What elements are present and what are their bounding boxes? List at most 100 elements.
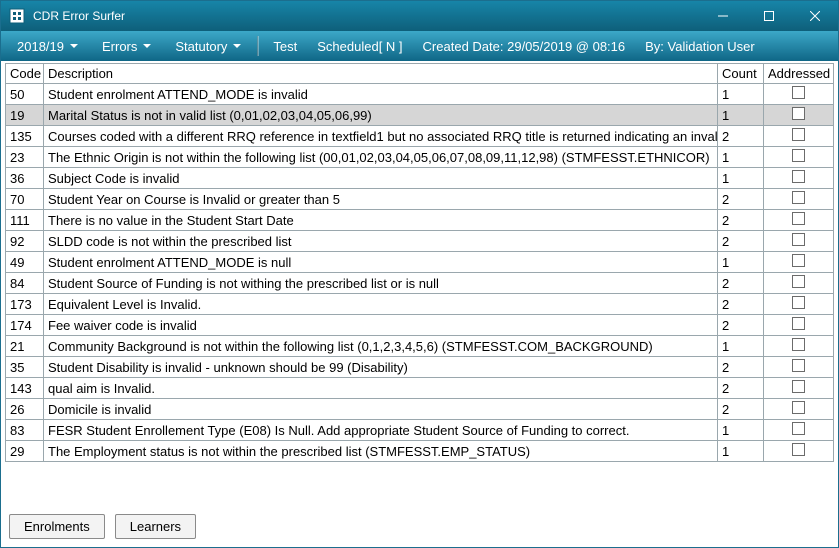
enrolments-button[interactable]: Enrolments	[9, 514, 105, 539]
cell-code: 35	[6, 357, 44, 378]
close-button[interactable]	[792, 1, 838, 31]
cell-count: 1	[718, 168, 764, 189]
cell-description: FESR Student Enrollement Type (E08) Is N…	[44, 420, 718, 441]
cell-count: 2	[718, 273, 764, 294]
addressed-checkbox[interactable]	[792, 212, 805, 225]
table-row[interactable]: 50Student enrolment ATTEND_MODE is inval…	[6, 84, 834, 105]
cell-addressed[interactable]	[764, 126, 834, 147]
table-row[interactable]: 29The Employment status is not within th…	[6, 441, 834, 462]
addressed-checkbox[interactable]	[792, 86, 805, 99]
errors-dropdown[interactable]: Errors	[92, 35, 161, 58]
addressed-checkbox[interactable]	[792, 422, 805, 435]
col-description[interactable]: Description	[44, 64, 718, 84]
cell-addressed[interactable]	[764, 336, 834, 357]
statutory-dropdown[interactable]: Statutory	[165, 35, 251, 58]
addressed-checkbox[interactable]	[792, 401, 805, 414]
addressed-checkbox[interactable]	[792, 233, 805, 246]
cell-code: 84	[6, 273, 44, 294]
addressed-checkbox[interactable]	[792, 149, 805, 162]
table-row[interactable]: 111There is no value in the Student Star…	[6, 210, 834, 231]
cell-description: Student Disability is invalid - unknown …	[44, 357, 718, 378]
cell-description: qual aim is Invalid.	[44, 378, 718, 399]
menubar: 2018/19 Errors Statutory Test Scheduled[…	[1, 31, 838, 61]
table-row[interactable]: 21Community Background is not within the…	[6, 336, 834, 357]
cell-code: 173	[6, 294, 44, 315]
cell-count: 1	[718, 420, 764, 441]
cell-description: There is no value in the Student Start D…	[44, 210, 718, 231]
addressed-checkbox[interactable]	[792, 107, 805, 120]
addressed-checkbox[interactable]	[792, 170, 805, 183]
cell-addressed[interactable]	[764, 357, 834, 378]
cell-addressed[interactable]	[764, 168, 834, 189]
cell-addressed[interactable]	[764, 315, 834, 336]
cell-count: 1	[718, 441, 764, 462]
addressed-checkbox[interactable]	[792, 128, 805, 141]
table-row[interactable]: 84Student Source of Funding is not withi…	[6, 273, 834, 294]
footer: Enrolments Learners	[1, 506, 838, 547]
cell-code: 111	[6, 210, 44, 231]
cell-count: 2	[718, 399, 764, 420]
table-row[interactable]: 19Marital Status is not in valid list (0…	[6, 105, 834, 126]
cell-description: Courses coded with a different RRQ refer…	[44, 126, 718, 147]
cell-description: Domicile is invalid	[44, 399, 718, 420]
addressed-checkbox[interactable]	[792, 254, 805, 267]
scheduled-label: Scheduled[ N ]	[309, 35, 410, 58]
cell-addressed[interactable]	[764, 231, 834, 252]
test-label[interactable]: Test	[265, 35, 305, 58]
cell-addressed[interactable]	[764, 273, 834, 294]
cell-addressed[interactable]	[764, 420, 834, 441]
window-buttons	[700, 1, 838, 31]
cell-count: 1	[718, 147, 764, 168]
col-code[interactable]: Code	[6, 64, 44, 84]
cell-addressed[interactable]	[764, 441, 834, 462]
cell-addressed[interactable]	[764, 105, 834, 126]
addressed-checkbox[interactable]	[792, 359, 805, 372]
table-row[interactable]: 70Student Year on Course is Invalid or g…	[6, 189, 834, 210]
cell-description: Subject Code is invalid	[44, 168, 718, 189]
table-row[interactable]: 35Student Disability is invalid - unknow…	[6, 357, 834, 378]
cell-description: Marital Status is not in valid list (0,0…	[44, 105, 718, 126]
error-table[interactable]: Code Description Count Addressed 50Stude…	[5, 63, 834, 462]
cell-addressed[interactable]	[764, 84, 834, 105]
cell-addressed[interactable]	[764, 210, 834, 231]
cell-description: Community Background is not within the f…	[44, 336, 718, 357]
year-dropdown[interactable]: 2018/19	[7, 35, 88, 58]
cell-addressed[interactable]	[764, 399, 834, 420]
learners-button[interactable]: Learners	[115, 514, 196, 539]
table-row[interactable]: 173Equivalent Level is Invalid.2	[6, 294, 834, 315]
table-row[interactable]: 23The Ethnic Origin is not within the fo…	[6, 147, 834, 168]
minimize-button[interactable]	[700, 1, 746, 31]
table-row[interactable]: 36Subject Code is invalid1	[6, 168, 834, 189]
by-label: By:	[645, 39, 664, 54]
table-row[interactable]: 26Domicile is invalid2	[6, 399, 834, 420]
table-row[interactable]: 92SLDD code is not within the prescribed…	[6, 231, 834, 252]
table-row[interactable]: 135Courses coded with a different RRQ re…	[6, 126, 834, 147]
created-date: Created Date: 29/05/2019 @ 08:16	[415, 35, 634, 58]
created-date-label: Created Date:	[423, 39, 504, 54]
cell-description: SLDD code is not within the prescribed l…	[44, 231, 718, 252]
cell-addressed[interactable]	[764, 294, 834, 315]
titlebar[interactable]: CDR Error Surfer	[1, 1, 838, 31]
table-header-row[interactable]: Code Description Count Addressed	[6, 64, 834, 84]
table-row[interactable]: 174Fee waiver code is invalid2	[6, 315, 834, 336]
cell-count: 2	[718, 231, 764, 252]
col-addressed[interactable]: Addressed	[764, 64, 834, 84]
table-row[interactable]: 83FESR Student Enrollement Type (E08) Is…	[6, 420, 834, 441]
maximize-button[interactable]	[746, 1, 792, 31]
addressed-checkbox[interactable]	[792, 380, 805, 393]
addressed-checkbox[interactable]	[792, 443, 805, 456]
addressed-checkbox[interactable]	[792, 275, 805, 288]
col-count[interactable]: Count	[718, 64, 764, 84]
table-row[interactable]: 143qual aim is Invalid.2	[6, 378, 834, 399]
cell-addressed[interactable]	[764, 378, 834, 399]
addressed-checkbox[interactable]	[792, 338, 805, 351]
cell-code: 70	[6, 189, 44, 210]
cell-addressed[interactable]	[764, 252, 834, 273]
addressed-checkbox[interactable]	[792, 317, 805, 330]
cell-code: 21	[6, 336, 44, 357]
cell-addressed[interactable]	[764, 147, 834, 168]
addressed-checkbox[interactable]	[792, 296, 805, 309]
cell-addressed[interactable]	[764, 189, 834, 210]
addressed-checkbox[interactable]	[792, 191, 805, 204]
table-row[interactable]: 49Student enrolment ATTEND_MODE is null1	[6, 252, 834, 273]
